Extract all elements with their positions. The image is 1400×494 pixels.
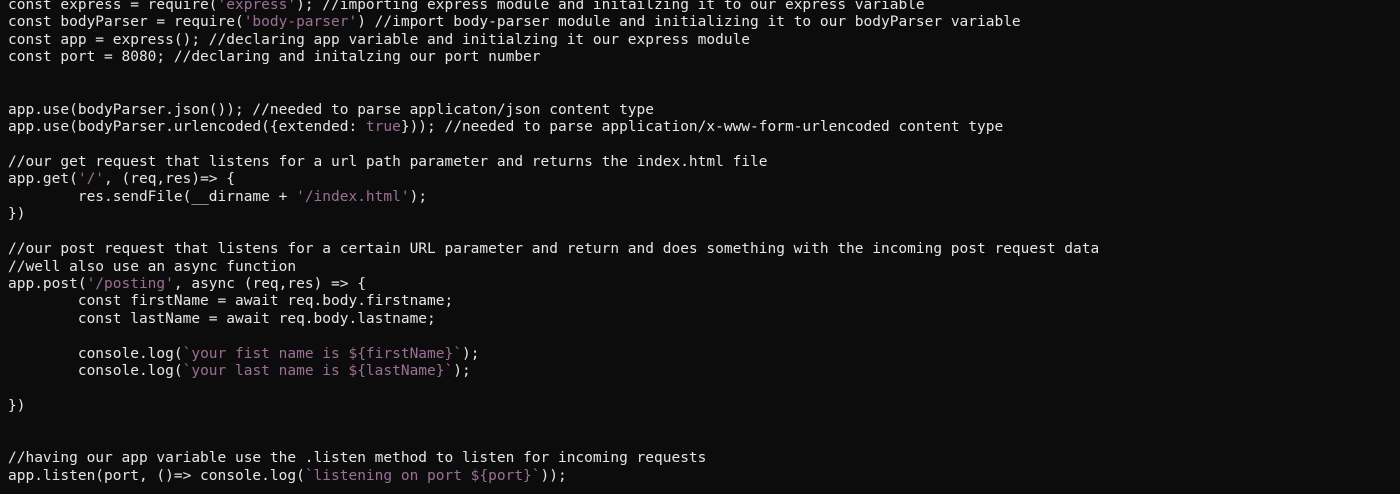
code-token: }) [8,206,26,223]
code-token: const port = 8080; //declaring and inita… [8,49,541,66]
code-line[interactable]: ​ [8,416,1099,433]
code-line[interactable]: console.log(`your fist name is ${firstNa… [8,346,1099,363]
code-line[interactable]: }) [8,398,1099,415]
code-line[interactable]: ​ [8,137,1099,154]
code-token: const express = require( [8,0,218,13]
code-line[interactable]: ​ [8,433,1099,450]
code-line[interactable]: const firstName = await req.body.firstna… [8,293,1099,310]
code-line[interactable]: ​ [8,224,1099,241]
code-token: app.post( [8,276,87,292]
code-token: ) //import body-parser module and initia… [357,14,1021,31]
code-token: const firstName = await req.body.firstna… [8,293,454,310]
code-line[interactable]: app.get('/', (req,res)=> { [8,171,1099,188]
code-line[interactable]: const express = require('express'); //im… [8,0,1099,14]
string-literal: 'body-parser' [243,14,358,31]
code-line[interactable]: ​ [8,84,1099,101]
code-token: app.get( [8,171,78,188]
boolean-literal: true [365,119,401,136]
string-literal: '/posting' [86,276,174,292]
code-token: const bodyParser = require( [8,14,244,31]
code-line[interactable]: ​ [8,67,1099,84]
code-token: app.listen(port, ()=> console.log( [8,467,305,484]
code-token: app.use(bodyParser.urlencoded({extended: [8,119,366,136]
code-line[interactable]: ​ [8,381,1099,398]
code-token: )); [540,467,567,484]
code-token: , async (req,res) => { [173,276,366,292]
code-token: console.log( [8,363,183,380]
code-line[interactable]: //having our app variable use the .liste… [8,450,1099,467]
code-token: //having our app variable use the .liste… [8,450,707,467]
code-token: //our get request that listens for a url… [8,153,768,170]
code-line[interactable]: //our get request that listens for a url… [8,154,1099,171]
code-line[interactable]: res.sendFile(__dirname + '/index.html'); [8,189,1099,206]
code-line[interactable]: const lastName = await req.body.lastname… [8,311,1099,328]
code-line[interactable]: //our post request that listens for a ce… [8,241,1099,258]
code-token: ); [453,363,471,380]
string-literal: '/index.html' [296,188,410,205]
code-token: console.log( [8,345,183,362]
code-token: ); [409,188,428,205]
string-literal: `your fist name is ${firstName}` [182,345,462,362]
code-line[interactable]: const port = 8080; //declaring and inita… [8,49,1099,66]
code-token: res.sendFile(__dirname + [8,188,297,205]
string-literal: 'express' [217,0,297,13]
code-line[interactable]: const bodyParser = require('body-parser'… [8,14,1099,31]
code-editor[interactable]: const express = require('express'); //im… [0,0,1400,494]
code-line[interactable]: app.listen(port, ()=> console.log(`liste… [8,468,1099,485]
code-line[interactable]: }) [8,206,1099,223]
code-line[interactable]: const app = express(); //declaring app v… [8,32,1099,49]
code-line[interactable]: ​ [8,328,1099,345]
code-token: }) [8,398,26,415]
code-token: //well also use an async function [8,258,297,275]
code-token: , (req,res)=> { [104,171,235,188]
code-line[interactable]: app.use(bodyParser.json()); //needed to … [8,102,1099,119]
code-token: ); //importing express module and initai… [296,0,925,13]
code-token: const lastName = await req.body.lastname… [8,310,436,327]
string-literal: '/' [77,171,105,188]
code-token: const app = express(); //declaring app v… [8,31,751,48]
code-token: ); [461,345,480,362]
string-literal: `listening on port ${port}` [304,467,541,484]
code-line[interactable]: console.log(`your last name is ${lastNam… [8,363,1099,380]
code-line[interactable]: app.post('/posting', async (req,res) => … [8,276,1099,293]
code-token: app.use(bodyParser.json()); //needed to … [8,101,655,118]
code-content[interactable]: const express = require('express'); //im… [8,0,1099,485]
code-token: //our post request that listens for a ce… [8,241,1100,258]
code-line[interactable]: //well also use an async function [8,259,1099,276]
code-line[interactable]: app.use(bodyParser.urlencoded({extended:… [8,119,1099,136]
code-token: })); //needed to parse application/x-www… [400,119,1004,136]
string-literal: `your last name is ${lastName}` [182,363,454,380]
